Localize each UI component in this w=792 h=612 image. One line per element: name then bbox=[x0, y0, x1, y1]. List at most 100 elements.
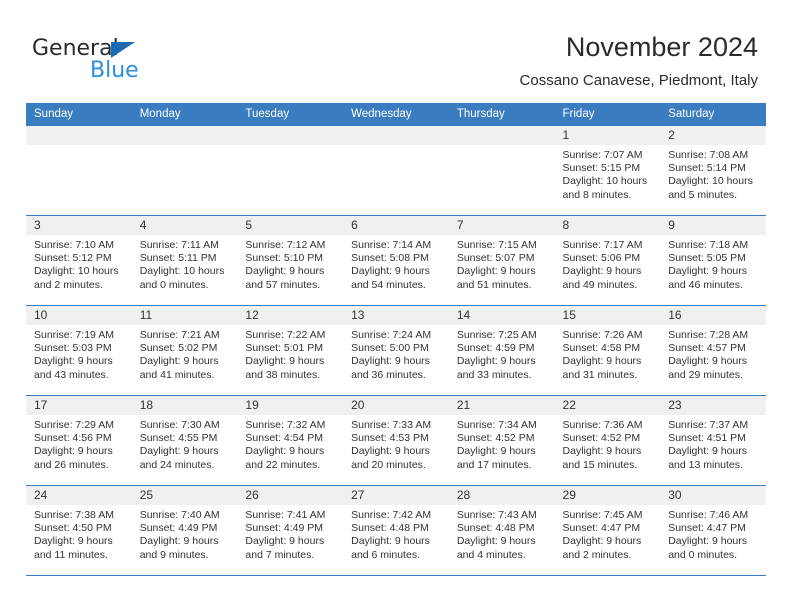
calendar-day-cell[interactable]: 9 Sunrise: 7:18 AM Sunset: 5:05 PM Daylight… bbox=[660, 215, 766, 306]
day-detail-line: Sunset: 5:07 PM bbox=[456, 252, 535, 265]
day-detail-line: and 31 minutes. bbox=[562, 368, 638, 381]
calendar-week-row: 3 Sunrise: 7:10 AM Sunset: 5:12 PM Daylight… bbox=[26, 215, 766, 306]
calendar-week-row: 1 Sunrise: 7:07 AM Sunset: 5:15 PM Daylight… bbox=[26, 125, 766, 216]
day-detail-line: Sunrise: 7:21 AM bbox=[139, 329, 220, 341]
calendar-day-cell[interactable]: 27 Sunrise: 7:42 AM Sunset: 4:48 PM Dayligh… bbox=[343, 485, 449, 576]
calendar-day-cell[interactable]: 3 Sunrise: 7:10 AM Sunset: 5:12 PM Daylight… bbox=[26, 215, 132, 306]
day-number: 16 bbox=[660, 306, 766, 325]
title-block: November 2024 Cossano Canavese, Piedmont… bbox=[520, 30, 758, 92]
calendar-day-cell[interactable]: 5 Sunrise: 7:12 AM Sunset: 5:10 PM Daylight… bbox=[237, 215, 344, 306]
calendar-day-cell[interactable]: 22 Sunrise: 7:36 AM Sunset: 4:52 PM Dayligh… bbox=[554, 395, 661, 486]
day-detail-line: and 49 minutes. bbox=[562, 278, 638, 291]
day-detail-line: Daylight: 9 hours bbox=[139, 445, 219, 458]
day-number: 12 bbox=[237, 306, 344, 325]
calendar-day-cell[interactable]: 7 Sunrise: 7:15 AM Sunset: 5:07 PM Daylight… bbox=[448, 215, 555, 306]
calendar-day-cell[interactable]: 19 Sunrise: 7:32 AM Sunset: 4:54 PM Dayligh… bbox=[237, 395, 344, 486]
calendar-day-cell[interactable]: 2 Sunrise: 7:08 AM Sunset: 5:14 PM Daylight… bbox=[660, 125, 766, 216]
day-number: 1 bbox=[554, 126, 661, 145]
calendar-day-cell[interactable]: 8 Sunrise: 7:17 AM Sunset: 5:06 PM Daylight… bbox=[554, 215, 661, 306]
calendar-day-cell[interactable]: 29 Sunrise: 7:45 AM Sunset: 4:47 PM Dayligh… bbox=[554, 485, 661, 576]
calendar-day-cell[interactable]: 14 Sunrise: 7:25 AM Sunset: 4:59 PM Dayligh… bbox=[448, 305, 555, 396]
calendar-empty-cell bbox=[237, 125, 344, 216]
day-details: Sunrise: 7:42 AM Sunset: 4:48 PM Daylight:… bbox=[343, 505, 449, 562]
page-header: General Blue November 2024 Cossano Canav… bbox=[0, 0, 792, 103]
day-details: Sunrise: 7:30 AM Sunset: 4:55 PM Daylight:… bbox=[132, 415, 238, 472]
day-details bbox=[237, 145, 343, 149]
calendar-day-cell[interactable]: 17 Sunrise: 7:29 AM Sunset: 4:56 PM Dayligh… bbox=[26, 395, 132, 486]
day-details: Sunrise: 7:24 AM Sunset: 5:00 PM Daylight:… bbox=[343, 325, 449, 382]
day-number: 7 bbox=[448, 216, 555, 235]
day-detail-line: and 22 minutes. bbox=[245, 458, 321, 471]
day-details: Sunrise: 7:41 AM Sunset: 4:49 PM Daylight:… bbox=[237, 505, 343, 562]
day-detail-line: Sunset: 5:05 PM bbox=[668, 252, 746, 265]
calendar-day-cell[interactable]: 11 Sunrise: 7:21 AM Sunset: 5:02 PM Dayligh… bbox=[131, 305, 238, 396]
page-title: November 2024 bbox=[565, 32, 758, 62]
day-number: 13 bbox=[343, 306, 449, 325]
calendar-day-cell[interactable]: 12 Sunrise: 7:22 AM Sunset: 5:01 PM Dayligh… bbox=[237, 305, 344, 396]
day-detail-line: Daylight: 9 hours bbox=[562, 445, 642, 458]
calendar-day-cell[interactable]: 13 Sunrise: 7:24 AM Sunset: 5:00 PM Dayligh… bbox=[343, 305, 449, 396]
day-detail-line: and 11 minutes. bbox=[34, 548, 108, 561]
calendar-table: Sunday Monday Tuesday Wednesday Thursday… bbox=[26, 103, 766, 576]
day-detail-line: Sunset: 4:52 PM bbox=[562, 432, 641, 445]
calendar-day-cell[interactable]: 30 Sunrise: 7:46 AM Sunset: 4:47 PM Dayligh… bbox=[660, 485, 766, 576]
day-detail-line: Sunrise: 7:14 AM bbox=[351, 239, 432, 251]
day-detail-line: Sunrise: 7:19 AM bbox=[34, 329, 114, 341]
calendar-empty-cell bbox=[131, 125, 238, 216]
day-detail-line: Sunset: 5:00 PM bbox=[351, 342, 429, 355]
day-detail-line: Daylight: 9 hours bbox=[351, 265, 430, 278]
calendar-day-cell[interactable]: 28 Sunrise: 7:43 AM Sunset: 4:48 PM Dayligh… bbox=[448, 485, 555, 576]
day-detail-line: Sunrise: 7:30 AM bbox=[139, 419, 220, 431]
calendar-week-row: 10 Sunrise: 7:19 AM Sunset: 5:03 PM Dayligh… bbox=[26, 305, 766, 396]
calendar-day-cell[interactable]: 23 Sunrise: 7:37 AM Sunset: 4:51 PM Dayligh… bbox=[660, 395, 766, 486]
day-detail-line: Daylight: 9 hours bbox=[562, 355, 642, 368]
day-detail-line: Sunrise: 7:29 AM bbox=[34, 419, 114, 431]
day-number: 8 bbox=[554, 216, 661, 235]
day-detail-line: Sunset: 4:47 PM bbox=[562, 522, 641, 535]
day-detail-line: Sunrise: 7:37 AM bbox=[668, 419, 749, 431]
calendar-day-cell[interactable]: 1 Sunrise: 7:07 AM Sunset: 5:15 PM Daylight… bbox=[554, 125, 661, 216]
day-detail-line: and 15 minutes. bbox=[562, 458, 638, 471]
calendar-day-cell[interactable]: 26 Sunrise: 7:41 AM Sunset: 4:49 PM Dayligh… bbox=[237, 485, 344, 576]
day-number: 14 bbox=[448, 306, 555, 325]
calendar-day-cell[interactable]: 10 Sunrise: 7:19 AM Sunset: 5:03 PM Dayligh… bbox=[26, 305, 132, 396]
day-detail-line: Sunrise: 7:34 AM bbox=[456, 419, 537, 431]
day-details: Sunrise: 7:34 AM Sunset: 4:52 PM Daylight:… bbox=[449, 415, 555, 472]
day-detail-line: Sunrise: 7:32 AM bbox=[245, 419, 326, 431]
calendar-day-cell[interactable]: 20 Sunrise: 7:33 AM Sunset: 4:53 PM Dayligh… bbox=[343, 395, 449, 486]
day-detail-line: and 4 minutes. bbox=[456, 548, 526, 561]
calendar-day-cell[interactable]: 6 Sunrise: 7:14 AM Sunset: 5:08 PM Daylight… bbox=[343, 215, 449, 306]
day-details: Sunrise: 7:22 AM Sunset: 5:01 PM Daylight:… bbox=[237, 325, 343, 382]
day-number: 5 bbox=[237, 216, 344, 235]
day-detail-line: Daylight: 9 hours bbox=[245, 265, 325, 278]
day-detail-line: and 0 minutes. bbox=[139, 278, 209, 291]
calendar-day-cell[interactable]: 4 Sunrise: 7:11 AM Sunset: 5:11 PM Daylight… bbox=[131, 215, 238, 306]
calendar-day-cell[interactable]: 18 Sunrise: 7:30 AM Sunset: 4:55 PM Dayligh… bbox=[131, 395, 238, 486]
day-detail-line: and 5 minutes. bbox=[668, 188, 738, 201]
day-detail-line: Daylight: 9 hours bbox=[351, 445, 430, 458]
day-details bbox=[26, 145, 132, 149]
calendar-day-cell[interactable]: 16 Sunrise: 7:28 AM Sunset: 4:57 PM Dayligh… bbox=[660, 305, 766, 396]
day-detail-line: Sunset: 4:52 PM bbox=[456, 432, 535, 445]
calendar-day-cell[interactable]: 21 Sunrise: 7:34 AM Sunset: 4:52 PM Dayligh… bbox=[448, 395, 555, 486]
day-number: 30 bbox=[660, 486, 766, 505]
day-details: Sunrise: 7:36 AM Sunset: 4:52 PM Daylight:… bbox=[555, 415, 661, 472]
calendar-day-cell[interactable]: 15 Sunrise: 7:26 AM Sunset: 4:58 PM Dayligh… bbox=[554, 305, 661, 396]
general-blue-logo[interactable]: General Blue bbox=[32, 36, 232, 88]
day-detail-line: Sunset: 4:55 PM bbox=[139, 432, 218, 445]
calendar-week-row: 24 Sunrise: 7:38 AM Sunset: 4:50 PM Dayligh… bbox=[26, 485, 766, 576]
weekday-header-thursday: Thursday bbox=[448, 103, 555, 126]
day-number: 17 bbox=[26, 396, 132, 415]
day-details: Sunrise: 7:26 AM Sunset: 4:58 PM Daylight:… bbox=[555, 325, 661, 382]
weekday-header-tuesday: Tuesday bbox=[237, 103, 344, 126]
day-detail-line: Sunrise: 7:12 AM bbox=[245, 239, 326, 251]
day-detail-line: Daylight: 9 hours bbox=[351, 535, 430, 548]
day-number bbox=[343, 126, 449, 145]
calendar-day-cell[interactable]: 24 Sunrise: 7:38 AM Sunset: 4:50 PM Dayligh… bbox=[26, 485, 132, 576]
day-number: 20 bbox=[343, 396, 449, 415]
calendar-day-cell[interactable]: 25 Sunrise: 7:40 AM Sunset: 4:49 PM Dayligh… bbox=[131, 485, 238, 576]
day-number: 10 bbox=[26, 306, 132, 325]
day-detail-line: and 2 minutes. bbox=[34, 278, 103, 291]
day-details: Sunrise: 7:21 AM Sunset: 5:02 PM Daylight:… bbox=[132, 325, 238, 382]
day-detail-line: Sunrise: 7:11 AM bbox=[139, 239, 219, 251]
